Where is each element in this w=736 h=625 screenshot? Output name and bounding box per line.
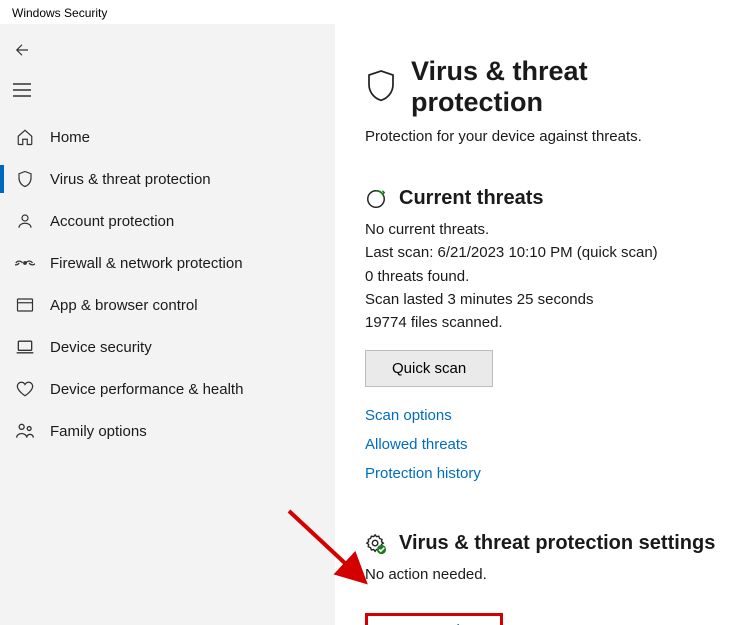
sidebar-item-firewall[interactable]: Firewall & network protection	[0, 242, 335, 284]
scan-status-icon	[365, 188, 387, 210]
sidebar-item-label: App & browser control	[50, 297, 198, 314]
main-content: Virus & threat protection Protection for…	[335, 24, 736, 625]
sidebar-item-app-browser[interactable]: App & browser control	[0, 284, 335, 326]
scan-options-link[interactable]: Scan options	[365, 407, 452, 424]
window-title: Windows Security	[0, 0, 736, 24]
manage-settings-link[interactable]: Manage settings	[365, 613, 503, 625]
sidebar-item-device-security[interactable]: Device security	[0, 326, 335, 368]
family-icon	[14, 422, 36, 440]
hamburger-icon	[13, 83, 31, 97]
status-text: 0 threats found.	[365, 265, 726, 288]
protection-history-link[interactable]: Protection history	[365, 465, 481, 482]
sidebar-item-label: Firewall & network protection	[50, 255, 243, 272]
status-text: No current threats.	[365, 218, 726, 241]
sidebar-item-label: Virus & threat protection	[50, 171, 211, 188]
section-title: Virus & threat protection settings	[399, 532, 715, 555]
sidebar-item-account[interactable]: Account protection	[0, 200, 335, 242]
protection-settings-section: Virus & threat protection settings No ac…	[365, 532, 726, 625]
page-title: Virus & threat protection	[411, 56, 726, 118]
status-text: Last scan: 6/21/2023 10:10 PM (quick sca…	[365, 241, 726, 264]
current-threats-section: Current threats No current threats. Last…	[365, 187, 726, 482]
sidebar-item-label: Home	[50, 129, 90, 146]
sidebar-item-label: Account protection	[50, 213, 174, 230]
allowed-threats-link[interactable]: Allowed threats	[365, 436, 468, 453]
hamburger-button[interactable]	[2, 70, 42, 110]
status-text: No action needed.	[365, 563, 726, 586]
home-icon	[14, 128, 36, 146]
sidebar-item-label: Device security	[50, 339, 152, 356]
status-text: Scan lasted 3 minutes 25 seconds	[365, 288, 726, 311]
sidebar-item-label: Family options	[50, 423, 147, 440]
section-title: Current threats	[399, 187, 543, 210]
quick-scan-button[interactable]: Quick scan	[365, 350, 493, 387]
laptop-icon	[14, 339, 36, 355]
sidebar-item-family[interactable]: Family options	[0, 410, 335, 452]
network-icon	[14, 255, 36, 271]
heart-icon	[14, 380, 36, 398]
person-icon	[14, 212, 36, 230]
sidebar-item-device-performance[interactable]: Device performance & health	[0, 368, 335, 410]
window-icon	[14, 297, 36, 313]
shield-large-icon	[365, 69, 397, 105]
gear-check-icon	[365, 533, 387, 555]
sidebar: Home Virus & threat protection Account p…	[0, 24, 335, 625]
shield-icon	[14, 170, 36, 188]
sidebar-item-virus-threat[interactable]: Virus & threat protection	[0, 158, 335, 200]
status-text: 19774 files scanned.	[365, 311, 726, 334]
sidebar-item-home[interactable]: Home	[0, 116, 335, 158]
sidebar-item-label: Device performance & health	[50, 381, 243, 398]
back-arrow-icon	[13, 41, 31, 59]
back-button[interactable]	[2, 30, 42, 70]
page-subtitle: Protection for your device against threa…	[365, 128, 726, 145]
